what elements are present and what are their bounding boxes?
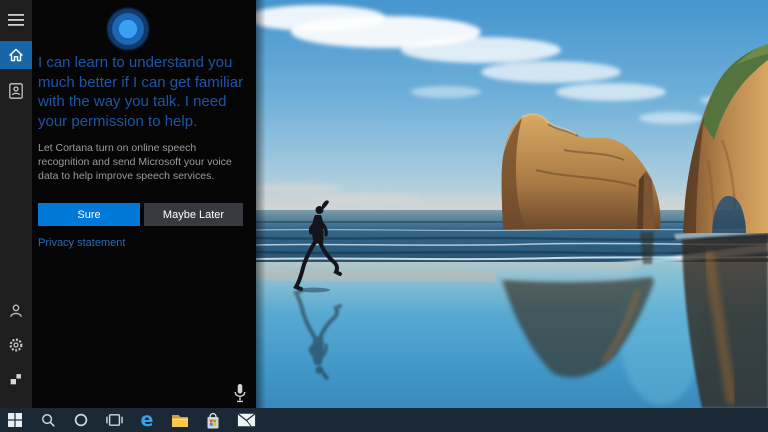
start-button[interactable]	[3, 408, 27, 432]
hamburger-menu-icon	[8, 13, 24, 26]
store-icon	[207, 412, 219, 428]
task-view-icon	[105, 414, 123, 426]
mail-button[interactable]	[234, 408, 258, 432]
sidebar-item-home[interactable]	[0, 41, 32, 69]
cortana-orb	[106, 7, 150, 51]
sidebar-item-notebook[interactable]	[0, 76, 32, 105]
home-icon	[9, 48, 23, 62]
sure-button[interactable]: Sure	[38, 203, 140, 226]
windows-start-icon	[8, 413, 22, 427]
desktop[interactable]	[256, 0, 768, 408]
sidebar-item-profile[interactable]	[0, 294, 32, 328]
privacy-statement-link[interactable]: Privacy statement	[38, 237, 125, 249]
search-icon	[41, 413, 55, 427]
folder-icon	[172, 414, 188, 427]
task-view-button[interactable]	[102, 408, 126, 432]
cortana-setup-screen: I can learn to understand you much bette…	[0, 0, 768, 432]
microphone-button[interactable]	[232, 383, 248, 403]
feedback-icon	[10, 374, 21, 385]
file-explorer-button[interactable]	[168, 408, 192, 432]
microphone-icon	[234, 384, 246, 403]
wallpaper-beach-scene	[256, 0, 768, 408]
hamburger-menu-button[interactable]	[0, 5, 32, 34]
user-icon	[10, 304, 22, 317]
edge-icon: e	[141, 410, 154, 430]
cortana-heading: I can learn to understand you much bette…	[38, 54, 244, 130]
mail-icon	[237, 413, 255, 427]
store-button[interactable]	[201, 408, 225, 432]
edge-button[interactable]: e	[135, 408, 159, 432]
sidebar-item-settings[interactable]	[0, 328, 32, 362]
taskbar: e	[0, 408, 768, 432]
cortana-circle-icon	[74, 413, 88, 427]
sidebar-item-feedback[interactable]	[0, 362, 32, 396]
gear-icon	[9, 338, 23, 352]
maybe-later-button[interactable]: Maybe Later	[144, 203, 243, 226]
cortana-sidebar	[0, 0, 32, 408]
cortana-panel: I can learn to understand you much bette…	[32, 0, 256, 408]
svg-text:e: e	[141, 410, 154, 430]
cortana-description: Let Cortana turn on online speech recogn…	[38, 142, 232, 182]
notebook-icon	[9, 82, 23, 99]
search-button[interactable]	[36, 408, 60, 432]
cortana-taskbar-button[interactable]	[69, 408, 93, 432]
sidebar-bottom-group	[0, 294, 32, 396]
